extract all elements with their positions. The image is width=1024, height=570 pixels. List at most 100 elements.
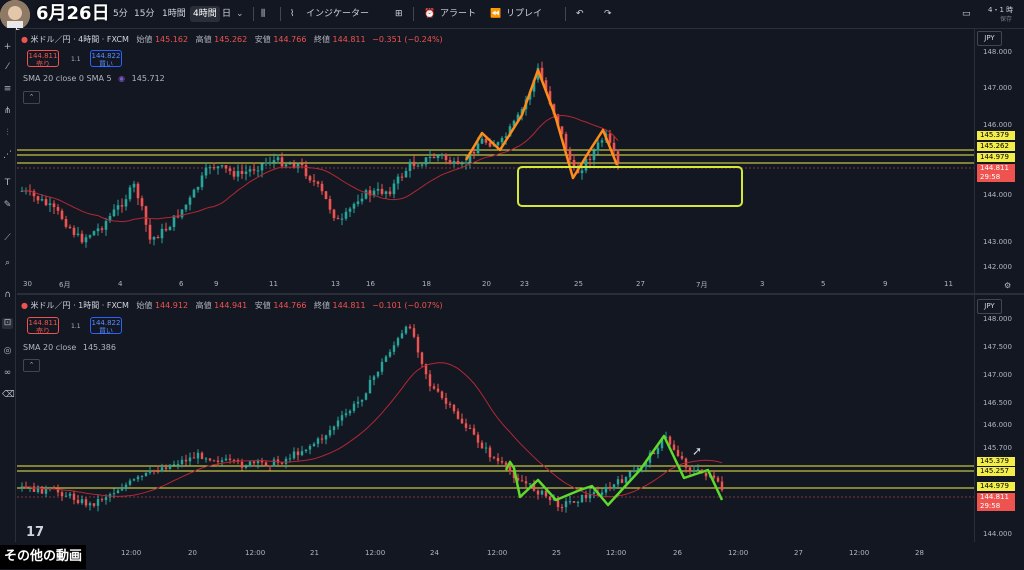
top-candle-body — [340, 218, 344, 220]
bottom-candle-body — [564, 501, 568, 508]
collapse-legend-button[interactable]: ⌃ — [23, 91, 40, 104]
top-sma-legend[interactable]: SMA 20 close 0 SMA 5 ◉ 145.712 — [23, 74, 165, 83]
price-tick-label: 147.000 — [983, 371, 1012, 379]
time-tick-label: 25 — [552, 549, 561, 557]
bottom-candle-body — [36, 486, 40, 492]
bottom-candle-body — [432, 386, 436, 389]
top-candle-body — [96, 228, 100, 232]
price-marker-label: 144.811 — [977, 493, 1015, 502]
bottom-candle-body — [704, 472, 708, 477]
bottom-candle-body — [280, 462, 284, 464]
bottom-candle-body — [580, 494, 584, 503]
bottom-candle-body — [240, 461, 244, 468]
bottom-candle-body — [576, 502, 580, 504]
top-candle-body — [208, 167, 212, 169]
bottom-candle-body — [656, 448, 660, 455]
bottom-candle-body — [128, 480, 132, 485]
top-candle-body — [88, 235, 92, 238]
top-candle-body — [344, 211, 348, 219]
time-tick-label: 21 — [310, 549, 319, 557]
price-tick-label: 147.500 — [983, 343, 1012, 351]
bottom-candle-body — [268, 465, 272, 467]
top-candle-body — [588, 158, 592, 160]
price-tick-label: 143.000 — [983, 238, 1012, 246]
bottom-candle-body — [40, 486, 44, 494]
price-tick-label: 146.000 — [983, 121, 1012, 129]
collapse-legend-button[interactable]: ⌃ — [23, 359, 40, 372]
top-candle-body — [232, 171, 236, 177]
time-tick-label: 18 — [422, 280, 431, 288]
top-open-value: 145.162 — [154, 35, 189, 44]
top-candle-body — [348, 208, 352, 212]
bottom-candle-body — [384, 356, 388, 362]
top-candle-body — [592, 150, 596, 160]
top-candle-body — [332, 209, 336, 219]
top-time-axis[interactable]: 30 6月 4 6 9 11 13 16 18 20 23 25 27 7月 3 5 9 11 — [17, 280, 974, 293]
top-candle-body — [64, 219, 68, 227]
bottom-low-value: 144.766 — [273, 301, 307, 310]
bottom-open-label: 始値 — [136, 301, 153, 310]
top-candle-body — [72, 227, 76, 235]
bottom-buy-label: 買い — [99, 327, 113, 335]
bottom-candle-body — [540, 490, 544, 495]
axis-settings-icon[interactable]: ⚙ — [1004, 281, 1011, 290]
price-tick-label: 147.000 — [983, 84, 1012, 92]
bottom-candle-body — [560, 507, 564, 509]
bottom-candle-body — [488, 447, 492, 458]
top-buy-button[interactable]: 144.822 買い — [90, 50, 122, 68]
bottom-candle-body — [624, 477, 628, 483]
bottom-candle-body — [324, 435, 328, 440]
bottom-candle-body — [676, 450, 680, 457]
bottom-candle-body — [420, 352, 424, 364]
bottom-candle-body — [524, 481, 528, 484]
time-tick-label: 24 — [430, 549, 439, 557]
bottom-buy-button[interactable]: 144.822 買い — [90, 317, 122, 335]
top-symbol[interactable]: 米ドル／円 · 4時間 · FXCM — [31, 35, 129, 44]
top-candle-body — [496, 142, 500, 146]
bottom-candle-body — [408, 326, 412, 329]
bottom-sell-button[interactable]: 144.811 売り — [27, 317, 59, 335]
bottom-candle-body — [428, 374, 432, 387]
bottom-candle-body — [436, 388, 440, 392]
bottom-candle-body — [136, 476, 140, 480]
bottom-sma-legend[interactable]: SMA 20 close 145.386 — [23, 343, 116, 352]
top-candle-body — [144, 206, 148, 225]
top-candle-body — [152, 237, 156, 240]
bottom-candle-body — [444, 397, 448, 404]
bottom-candle-body — [208, 458, 212, 461]
bottom-time-axis[interactable]: 12:00 20 12:00 21 12:00 24 12:00 25 12:00 26 12:00… — [17, 549, 974, 562]
top-candle-body — [424, 157, 428, 165]
tradingview-logo[interactable]: 17 — [26, 525, 44, 540]
time-tick-label: 26 — [673, 549, 682, 557]
bottom-candle-body — [68, 493, 72, 496]
bottom-candle-body — [440, 391, 444, 398]
time-tick-label: 20 — [188, 549, 197, 557]
top-sell-button[interactable]: 144.811 売り — [27, 50, 59, 68]
bottom-candle-body — [404, 326, 408, 334]
bottom-low-label: 安値 — [254, 301, 271, 310]
bottom-candle-body — [284, 458, 288, 464]
bottom-candle-body — [572, 501, 576, 503]
bottom-candle-body — [452, 404, 456, 412]
top-high-value: 145.262 — [214, 35, 248, 44]
top-candle-body — [392, 183, 396, 195]
price-marker-label: 144.979 — [977, 482, 1015, 491]
settings-dot-icon[interactable]: ◉ — [118, 74, 125, 83]
top-candle-body — [36, 196, 40, 201]
time-tick-label: 27 — [636, 280, 645, 288]
more-videos-label[interactable]: その他の動画 — [0, 545, 87, 569]
bottom-candle-body — [696, 469, 700, 471]
top-open-label: 始値 — [136, 35, 153, 44]
bottom-high-label: 高値 — [195, 301, 212, 310]
bottom-candle-body — [180, 459, 184, 465]
bottom-candle-body — [264, 462, 268, 466]
bottom-candle-body — [120, 489, 124, 491]
bottom-candle-body — [88, 503, 92, 506]
top-candle-body — [288, 163, 292, 165]
bottom-candle-body — [352, 403, 356, 411]
top-candle-body — [616, 151, 620, 163]
bottom-symbol[interactable]: 米ドル／円 · 1時間 · FXCM — [31, 301, 129, 310]
bottom-candle-body — [592, 491, 596, 494]
top-candle-body — [248, 169, 252, 172]
bottom-candle-body — [668, 436, 672, 445]
